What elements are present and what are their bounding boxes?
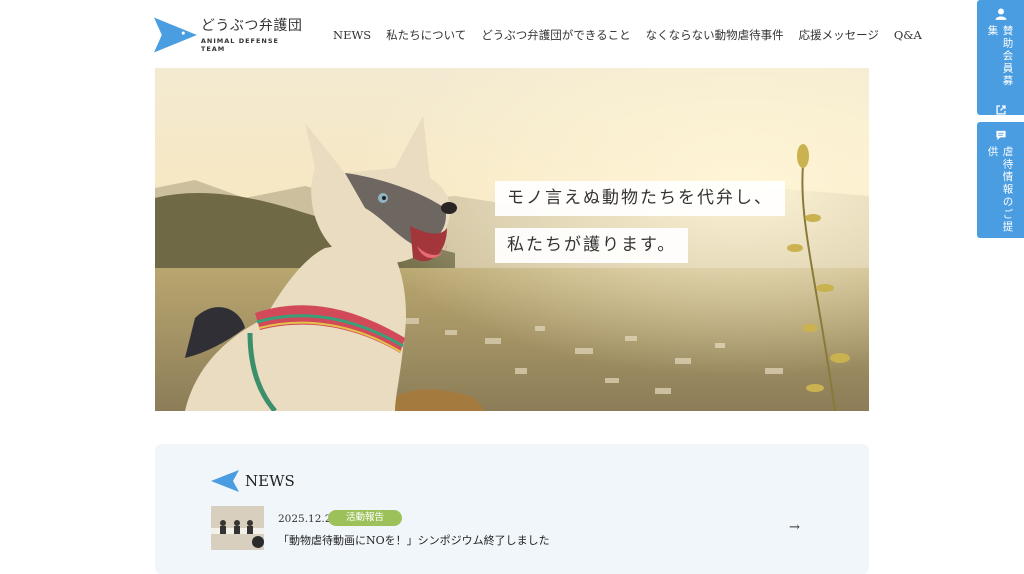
external-link-icon (995, 105, 1006, 115)
supporting-member-label: 賛助会員募集 (986, 24, 1014, 88)
hero-catchcopy-line2: 私たちが護ります。 (495, 228, 689, 263)
nav-abuse-cases[interactable]: なくならない動物虐待事件 (646, 27, 784, 43)
site-logo[interactable]: どうぶつ弁護団 ANIMAL DEFENSE TEAM (154, 16, 304, 54)
news-heading-text: NEWS (245, 472, 295, 490)
fish-heading-icon (211, 470, 239, 492)
news-title: 「動物虐待動画にNOを！」シンポジウム終了しました (278, 534, 550, 547)
arrow-right-icon: → (789, 520, 800, 535)
global-nav: NEWS 私たちについて どうぶつ弁護団ができること なくならない動物虐待事件 … (333, 27, 922, 43)
supporting-member-tab[interactable]: 賛助会員募集 (977, 0, 1024, 115)
fish-logo-icon (154, 17, 197, 53)
news-list-item[interactable]: 2025.12.21 活動報告 「動物虐待動画にNOを！」シンポジウム終了しまし… (211, 506, 801, 552)
nav-messages[interactable]: 応援メッセージ (799, 27, 879, 43)
symposium-photo-thumbnail (211, 506, 264, 550)
site-header: どうぶつ弁護団 ANIMAL DEFENSE TEAM NEWS 私たちについて… (0, 0, 1024, 68)
news-heading: NEWS (211, 470, 295, 492)
abuse-report-label: 虐待情報のご提供 (986, 146, 1014, 234)
hero-catchcopy-line1: モノ言えぬ動物たちを代弁し、 (495, 181, 785, 216)
nav-what-we-can-do[interactable]: どうぶつ弁護団ができること (481, 27, 630, 43)
news-thumbnail (211, 506, 264, 550)
news-section: NEWS 2025.12.21 活動報告 「動物虐待動画にNOを！」シンポジウム… (155, 444, 869, 574)
hero-image: モノ言えぬ動物たちを代弁し、 私たちが護ります。 (155, 68, 869, 411)
logo-name-en: ANIMAL DEFENSE TEAM (200, 36, 279, 53)
nav-news[interactable]: NEWS (333, 27, 371, 43)
chat-icon (995, 130, 1006, 141)
nav-qa[interactable]: Q&A (894, 27, 922, 43)
person-icon (995, 8, 1006, 20)
news-category-badge: 活動報告 (328, 510, 402, 526)
nav-about[interactable]: 私たちについて (386, 27, 466, 43)
abuse-report-tab[interactable]: 虐待情報のご提供 (977, 122, 1024, 238)
logo-name-ja: どうぶつ弁護団 (200, 17, 303, 34)
